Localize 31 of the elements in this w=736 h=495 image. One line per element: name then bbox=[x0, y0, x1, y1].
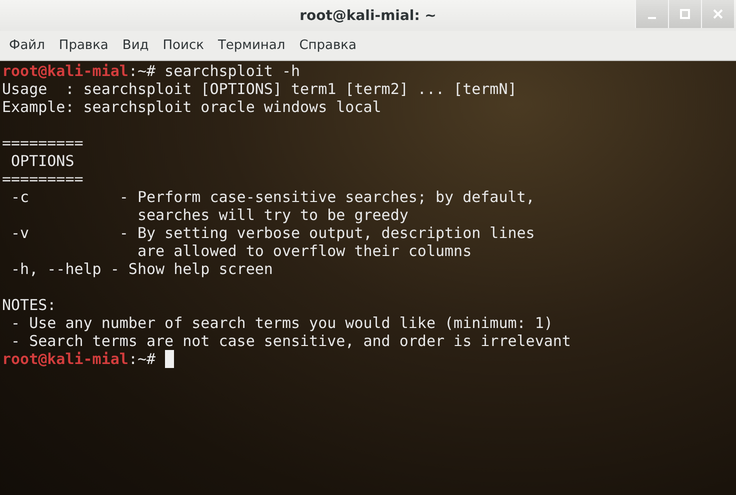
command-text: searchsploit -h bbox=[164, 62, 300, 80]
output-line: OPTIONS bbox=[10, 152, 74, 170]
maximize-button[interactable] bbox=[668, 0, 701, 28]
output-line: Example: searchsploit oracle windows local bbox=[2, 98, 382, 116]
output-line: -h, --help - Show help screen bbox=[10, 260, 273, 278]
output-line: - Use any number of search terms you would like (minimum: 1) bbox=[10, 314, 553, 332]
minimize-icon bbox=[648, 17, 656, 19]
output-line: ========= bbox=[2, 134, 84, 152]
prompt-path: :~# bbox=[128, 350, 156, 368]
prompt-user-host: root@kali-mial bbox=[2, 62, 128, 80]
output-line: -c - Perform case-sensitive searches; by default, bbox=[10, 188, 535, 206]
menu-item[interactable]: Поиск bbox=[156, 31, 211, 60]
minimize-button[interactable] bbox=[635, 0, 668, 28]
output-line: NOTES: bbox=[2, 296, 56, 314]
menu-item[interactable]: Правка bbox=[52, 31, 116, 60]
prompt-user-host: root@kali-mial bbox=[2, 350, 128, 368]
output-line: -v - By setting verbose output, description lines bbox=[10, 224, 535, 242]
menu-item[interactable]: Вид bbox=[115, 31, 156, 60]
output-line: searches will try to be greedy bbox=[136, 206, 408, 224]
maximize-icon bbox=[680, 9, 690, 19]
menu-item[interactable]: Файл bbox=[2, 31, 52, 60]
window-title: root@kali-mial: ~ bbox=[300, 8, 436, 24]
output-line: Usage : searchsploit [OPTIONS] term1 [term2] ... [termN] bbox=[2, 80, 517, 98]
menu-item[interactable]: Справка bbox=[292, 31, 364, 60]
output-line: ========= bbox=[2, 170, 84, 188]
output-line: are allowed to overflow their columns bbox=[136, 242, 472, 260]
close-icon bbox=[713, 9, 723, 19]
output-line: - Search terms are not case sensitive, and order is irrelevant bbox=[10, 332, 571, 350]
menu-item[interactable]: Терминал bbox=[210, 31, 292, 60]
prompt-path: :~# bbox=[128, 62, 156, 80]
close-button[interactable] bbox=[701, 0, 734, 28]
